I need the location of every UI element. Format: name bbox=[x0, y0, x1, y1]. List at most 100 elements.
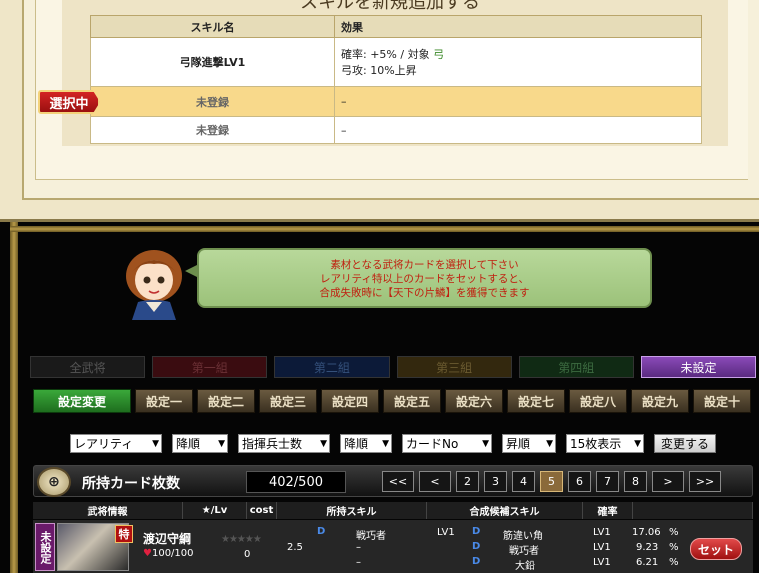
owned-cards-label: 所持カード枚数 bbox=[82, 476, 180, 492]
page-button[interactable]: 8 bbox=[624, 471, 647, 492]
tab-group-1[interactable]: 第一組 bbox=[152, 356, 268, 378]
candidate-skill-name: 大鉛 bbox=[515, 561, 535, 572]
select-value: 降順 bbox=[344, 437, 369, 451]
candidate-skill-rank: D bbox=[472, 526, 481, 537]
rate-unit: % bbox=[669, 527, 679, 538]
col-action bbox=[633, 502, 753, 519]
rarity-order-select[interactable]: 降順 ▼ bbox=[172, 434, 228, 453]
skill-panel: スキルを新規追加する スキル名 効果 弓隊進撃LV1 確率: +5% / 対象 … bbox=[0, 0, 759, 222]
select-value: レアリティ bbox=[74, 437, 134, 451]
preset-button-2[interactable]: 設定二 bbox=[197, 389, 255, 413]
header-skill-name: スキル名 bbox=[90, 15, 335, 38]
current-page-button[interactable]: 5 bbox=[540, 471, 563, 492]
preset-button-10[interactable]: 設定十 bbox=[693, 389, 751, 413]
preset-button-5[interactable]: 設定五 bbox=[383, 389, 441, 413]
preset-button-8[interactable]: 設定八 bbox=[569, 389, 627, 413]
preset-button-6[interactable]: 設定六 bbox=[445, 389, 503, 413]
owned-skill-name: 戦巧者 bbox=[356, 531, 386, 542]
group-tabs: 全武将 第一組 第二組 第三組 第四組 未設定 bbox=[30, 356, 757, 378]
skill-row[interactable]: 未登録 – bbox=[90, 116, 702, 144]
preset-button-1[interactable]: 設定一 bbox=[135, 389, 193, 413]
owned-skill-name: – bbox=[356, 557, 361, 568]
pagination: << < 2 3 4 5 6 7 8 > >> bbox=[382, 471, 721, 492]
preset-button-9[interactable]: 設定九 bbox=[631, 389, 689, 413]
tab-group-2[interactable]: 第二組 bbox=[274, 356, 390, 378]
selected-tag: 選択中 bbox=[38, 90, 100, 114]
card-cost: 2.5 bbox=[287, 542, 303, 553]
rarity-select[interactable]: レアリティ ▼ bbox=[70, 434, 162, 453]
apply-sort-button[interactable]: 変更する bbox=[654, 434, 717, 453]
owned-skill-rank: D bbox=[317, 526, 326, 537]
col-cost: cost bbox=[247, 502, 277, 519]
effect-detail: 弓攻: 10%上昇 bbox=[341, 64, 417, 77]
col-owned-skills: 所持スキル bbox=[277, 502, 427, 519]
soldiers-select[interactable]: 指揮兵士数 ▼ bbox=[238, 434, 330, 453]
header-effect: 効果 bbox=[334, 15, 702, 38]
candidate-skill-level: LV1 bbox=[593, 557, 611, 568]
owned-skill-level: LV1 bbox=[437, 527, 455, 538]
next-page-button[interactable]: > bbox=[652, 471, 684, 492]
candidate-skill-rate: 6.21 bbox=[636, 557, 659, 568]
card-count-icon: ⊕ bbox=[37, 467, 71, 497]
skill-name: 未登録 bbox=[90, 86, 335, 117]
page-button[interactable]: 2 bbox=[456, 471, 479, 492]
change-setting-button[interactable]: 設定変更 bbox=[33, 389, 131, 413]
chevron-down-icon: ▼ bbox=[634, 438, 641, 449]
candidate-skill-level: LV1 bbox=[593, 542, 611, 553]
first-page-button[interactable]: << bbox=[382, 471, 414, 492]
last-page-button[interactable]: >> bbox=[689, 471, 721, 492]
panel-title: スキルを新規追加する bbox=[300, 0, 480, 13]
skill-name: 弓隊進撃LV1 bbox=[90, 37, 335, 87]
page-button[interactable]: 3 bbox=[484, 471, 507, 492]
skill-row: 弓隊進撃LV1 確率: +5% / 対象 弓 弓攻: 10%上昇 bbox=[90, 37, 702, 87]
preset-button-7[interactable]: 設定七 bbox=[507, 389, 565, 413]
owned-cards-bar: ⊕ 所持カード枚数 402/500 << < 2 3 4 5 6 7 8 > >… bbox=[33, 465, 753, 497]
tab-unassigned[interactable]: 未設定 bbox=[640, 356, 757, 378]
page-button[interactable]: 6 bbox=[568, 471, 591, 492]
effect-rate: 確率: +5% / 対象 bbox=[341, 48, 430, 61]
set-card-button[interactable]: セット bbox=[690, 538, 742, 560]
preset-row: 設定変更 設定一 設定二 設定三 設定四 設定五 設定六 設定七 設定八 設定九… bbox=[33, 389, 755, 413]
tab-group-3[interactable]: 第三組 bbox=[396, 356, 512, 378]
preset-button-3[interactable]: 設定三 bbox=[259, 389, 317, 413]
effect-target: 弓 bbox=[433, 48, 445, 61]
guide-avatar bbox=[126, 250, 182, 320]
skill-table: スキル名 効果 弓隊進撃LV1 確率: +5% / 対象 弓 弓攻: 10%上昇… bbox=[90, 15, 702, 144]
sort-filter-row: レアリティ ▼ 降順 ▼ 指揮兵士数 ▼ 降順 ▼ カードNo ▼ 昇順 ▼ 15枚表示 ▼ … bbox=[70, 434, 717, 453]
skill-effect: – bbox=[334, 116, 702, 144]
hp-text: 100/100 bbox=[151, 548, 194, 559]
speech-line: 合成失敗時に【天下の片鱗】を獲得できます bbox=[319, 287, 530, 299]
page-button[interactable]: 4 bbox=[512, 471, 535, 492]
speech-line: レアリティ特以上のカードをセットすると、 bbox=[320, 273, 529, 285]
prev-page-button[interactable]: < bbox=[419, 471, 451, 492]
general-name: 渡辺守綱 bbox=[143, 532, 192, 546]
per-page-select[interactable]: 15枚表示 ▼ bbox=[566, 434, 644, 453]
star-rating: ★★★★★ bbox=[221, 534, 262, 545]
candidate-skill-rank: D bbox=[472, 556, 481, 567]
col-rate: 確率 bbox=[583, 502, 633, 519]
heart-icon: ♥ bbox=[143, 548, 152, 559]
card-row: 未設定 特 渡辺守綱 ♥100/100 ★★★★★ 0 2.5 D 戦巧者 LV… bbox=[33, 520, 753, 573]
candidate-skill-rate: 9.23 bbox=[636, 542, 659, 553]
preset-button-4[interactable]: 設定四 bbox=[321, 389, 379, 413]
soldiers-order-select[interactable]: 降順 ▼ bbox=[340, 434, 392, 453]
tab-all-generals[interactable]: 全武将 bbox=[30, 356, 146, 378]
candidate-skill-rank: D bbox=[472, 541, 481, 552]
chevron-down-icon: ▼ bbox=[482, 438, 489, 449]
guide-speech-bubble: 素材となる武将カードを選択して下さい レアリティ特以上のカードをセットすると、 … bbox=[185, 248, 652, 308]
select-value: 指揮兵士数 bbox=[242, 437, 303, 451]
gold-frame-left bbox=[10, 222, 18, 573]
skill-row-selected[interactable]: 未登録 – bbox=[90, 86, 702, 117]
candidate-skill-name: 筋違い角 bbox=[503, 531, 543, 542]
card-no-order-select[interactable]: 昇順 ▼ bbox=[502, 434, 556, 453]
tab-group-4[interactable]: 第四組 bbox=[518, 356, 634, 378]
col-candidate-skills: 合成候補スキル bbox=[427, 502, 583, 519]
hp-value: ♥100/100 bbox=[143, 548, 194, 559]
candidate-skill-name: 戦巧者 bbox=[509, 546, 539, 557]
select-value: 昇順 bbox=[506, 437, 531, 451]
select-value: 15枚表示 bbox=[570, 437, 622, 451]
skill-name: 未登録 bbox=[90, 116, 335, 144]
page-button[interactable]: 7 bbox=[596, 471, 619, 492]
card-no-select[interactable]: カードNo ▼ bbox=[402, 434, 492, 453]
rate-unit: % bbox=[669, 542, 679, 553]
